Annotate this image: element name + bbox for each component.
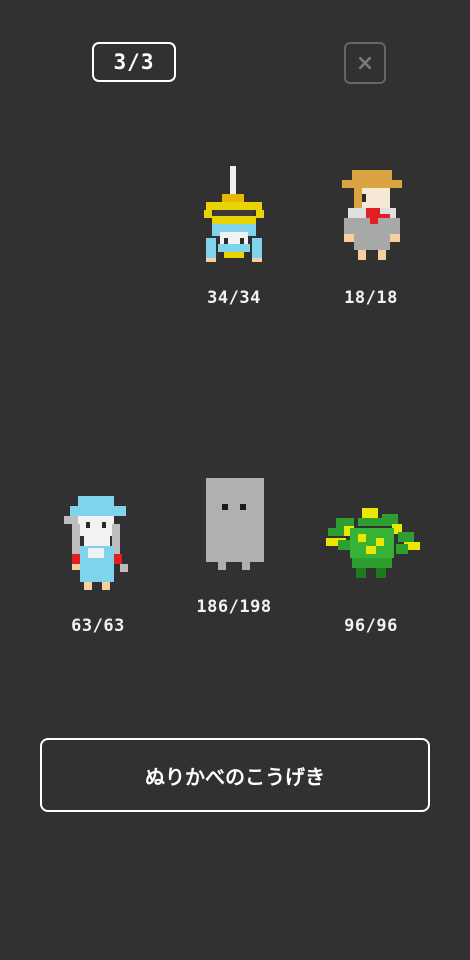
yellow-mage-bust-icon bbox=[204, 166, 264, 262]
hp-label-2: 18/18 bbox=[344, 288, 398, 308]
character-sprite-2 bbox=[340, 170, 404, 262]
green-multi-head-hydra-icon bbox=[326, 508, 420, 578]
close-button[interactable]: × bbox=[344, 42, 386, 84]
hp-label-4: 186/198 bbox=[196, 597, 272, 617]
hp-label-1: 34/34 bbox=[207, 288, 261, 308]
close-icon: × bbox=[355, 50, 375, 76]
hp-label-5: 96/96 bbox=[344, 616, 398, 636]
hp-label-3: 63/63 bbox=[71, 616, 125, 636]
action-button-label: ぬりかべのこうげき bbox=[145, 764, 325, 789]
character-sprite-3 bbox=[62, 494, 134, 590]
character-sprite-4 bbox=[204, 478, 266, 572]
nurikabe-attack-button[interactable]: ぬりかべのこうげき bbox=[40, 738, 430, 812]
character-sprite-5 bbox=[322, 504, 422, 582]
character-sprite-1 bbox=[200, 166, 268, 264]
blue-hooded-wizard-icon bbox=[64, 496, 128, 590]
farmer-straw-hat-icon bbox=[342, 170, 402, 260]
gray-nurikabe-wall-icon bbox=[206, 478, 264, 570]
page-counter: 3/3 bbox=[92, 42, 176, 82]
